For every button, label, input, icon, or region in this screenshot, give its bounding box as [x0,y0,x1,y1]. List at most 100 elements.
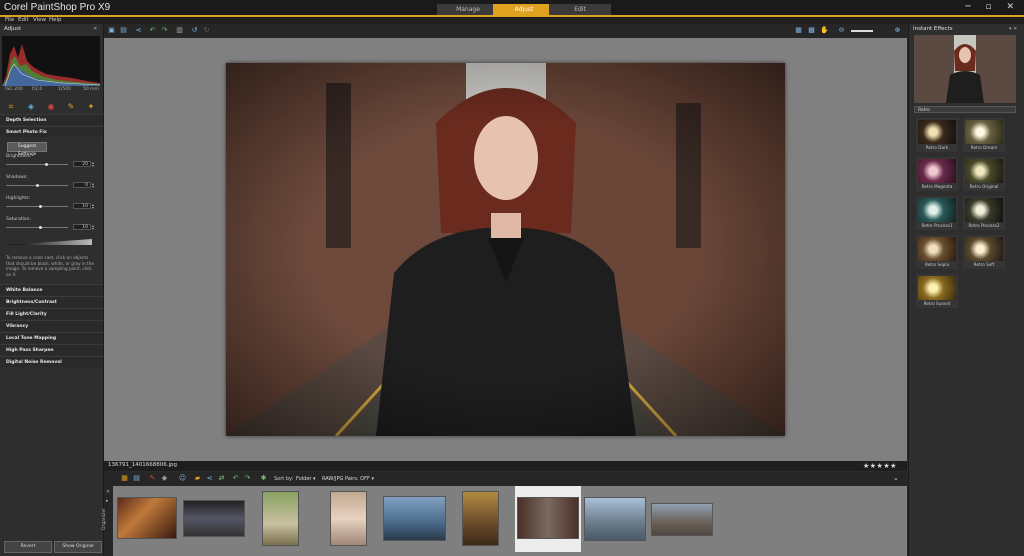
revert-button[interactable]: Revert [4,541,52,553]
pan-icon[interactable]: ✋ [820,26,829,35]
effect-category-dropdown[interactable]: Retro [914,106,1016,113]
menu-edit[interactable]: Edit [18,17,29,23]
effect-retro-process2[interactable]: Retro Process2 [963,196,1005,230]
tag-icon[interactable]: ◆ [160,474,169,483]
effect-retro-dream[interactable]: Retro Dream [963,118,1005,152]
highlights-slider[interactable] [6,206,68,207]
effect-retro-magenta[interactable]: Retro Magenta [916,157,958,191]
section-white-balance[interactable]: White Balance [0,284,103,295]
show-original-button[interactable]: Show Original [54,541,102,553]
section-fill-light-clarity[interactable]: Fill Light/Clarity [0,308,103,319]
thumbnail-size-icon[interactable]: ▤ [132,474,141,483]
saturation-spinner[interactable]: ▴ ▾ [92,224,97,231]
effects-panel-controls-icon[interactable]: ▾ ✕ [1009,26,1017,32]
thumbnail-woman-autumn[interactable] [462,491,499,546]
organizer-close-icon[interactable]: ✕ [106,489,110,495]
thumbnail-city-skyline[interactable] [584,497,646,541]
fit-window-icon[interactable]: ▦ [794,26,803,35]
effect-retro-soft[interactable]: Retro Soft [963,235,1005,269]
brightness-slider-knob[interactable] [44,163,48,166]
section-high-pass-sharpen[interactable]: High Pass Sharpen [0,344,103,355]
saturation-slider-knob[interactable] [38,226,42,229]
highlights-spinner[interactable]: ▴ ▾ [92,203,97,210]
window-controls[interactable]: ─ ▫ ✕ [965,2,1020,12]
menu-view[interactable]: View [33,17,46,23]
organizer-pin-icon[interactable]: ▸ [106,498,109,504]
shadows-slider-knob[interactable] [35,184,39,187]
sort-by-dropdown[interactable]: Folder ▾ [296,476,316,482]
section-vibrancy[interactable]: Vibrancy [0,320,103,331]
highlights-label: Highlights: [6,196,31,201]
crop-icon[interactable]: ⌗ [6,102,16,112]
makeover-icon[interactable]: ✦ [86,102,96,112]
thumbnail-water[interactable] [383,496,446,541]
saturation-value[interactable]: 10 [73,224,91,230]
undo-icon[interactable]: ↶ [148,26,157,35]
thumbnail-coast[interactable] [651,503,713,536]
share-icon[interactable]: ⋖ [134,26,143,35]
red-eye-icon[interactable]: ◉ [46,102,56,112]
menu-file[interactable]: File [5,17,14,23]
rotate-right-icon[interactable]: ↻ [202,26,211,35]
thumbnail-river[interactable] [183,500,245,537]
section-depth-selection[interactable]: Depth Selection [0,114,103,125]
retro-process2-thumbnail [965,198,1003,222]
effect-retro-process1[interactable]: Retro Process1 [916,196,958,230]
actual-size-icon[interactable]: ▩ [807,26,816,35]
menu-help[interactable]: Help [49,17,62,23]
straighten-icon[interactable]: ◈ [26,102,36,112]
effect-retro-dark[interactable]: Retro Dark [916,118,958,152]
saturation-label: Saturation: [6,217,31,222]
thumbnail-guitars[interactable] [117,497,177,539]
folder-icon[interactable]: ▰ [193,474,202,483]
save-as-icon[interactable]: ▤ [119,26,128,35]
tab-manage[interactable]: Manage [437,4,499,15]
brightness-slider[interactable] [6,164,68,165]
exif-aperture: f/2.0 [32,87,43,92]
collapse-organizer-icon[interactable]: ⌄ [893,474,899,482]
section-local-tone-mapping[interactable]: Local Tone Mapping [0,332,103,343]
main-photo[interactable] [226,63,785,436]
map-icon[interactable]: ✎ [148,474,157,483]
zoom-slider[interactable] [851,30,873,32]
view-mode-icon[interactable]: ▦ [120,474,129,483]
saturation-slider[interactable] [6,227,68,228]
select-all-icon[interactable]: ✱ [259,474,268,483]
brightness-value[interactable]: 20 [73,161,91,167]
zoom-out-icon[interactable]: ⊖ [837,26,846,35]
organizer-undo-icon[interactable]: ↶ [231,474,240,483]
delete-icon[interactable]: ▥ [175,26,184,35]
section-digital-noise-removal[interactable]: Digital Noise Removal [0,356,103,367]
suggest-settings-button[interactable]: Suggest Settings [7,142,47,157]
section-smart-photo-fix[interactable]: Smart Photo Fix [0,126,103,137]
thumbnail-woman-park[interactable] [262,491,299,546]
person-icon[interactable]: ☺ [178,474,187,483]
effect-retro-original[interactable]: Retro Original [963,157,1005,191]
star-rating[interactable]: ★★★★★ [863,462,897,470]
highlights-value[interactable]: 10 [73,203,91,209]
organizer-redo-icon[interactable]: ↷ [243,474,252,483]
tab-adjust[interactable]: Adjust [493,4,555,15]
app-title: Corel PaintShop Pro X9 [4,2,111,13]
adjust-panel-title: Adjust [4,26,22,32]
shadows-spinner[interactable]: ▴ ▾ [92,182,97,189]
batch-icon[interactable]: ⇄ [217,474,226,483]
thumbnail-alley-selected[interactable] [517,497,579,539]
zoom-in-icon[interactable]: ⊕ [893,26,902,35]
redo-icon[interactable]: ↷ [160,26,169,35]
retro-sepia-thumbnail [918,237,956,261]
shadows-value[interactable]: 0 [73,182,91,188]
tab-edit[interactable]: Edit [549,4,611,15]
section-brightness-contrast[interactable]: Brightness/Contrast [0,296,103,307]
save-icon[interactable]: ▣ [107,26,116,35]
clone-icon[interactable]: ✎ [66,102,76,112]
effect-retro-sunset[interactable]: Retro Sunset [916,274,958,308]
panel-close-icon[interactable]: ✕ [93,26,97,32]
effect-retro-sepia[interactable]: Retro Sepia [916,235,958,269]
thumbnail-portrait-blonde[interactable] [330,491,367,546]
brightness-spinner[interactable]: ▴ ▾ [92,161,97,168]
highlights-slider-knob[interactable] [38,205,42,208]
rotate-left-icon[interactable]: ↺ [190,26,199,35]
share-thumb-icon[interactable]: ⋖ [205,474,214,483]
raw-jpg-pairs-dropdown[interactable]: RAW/JPG Pairs: OFF ▾ [322,476,374,482]
